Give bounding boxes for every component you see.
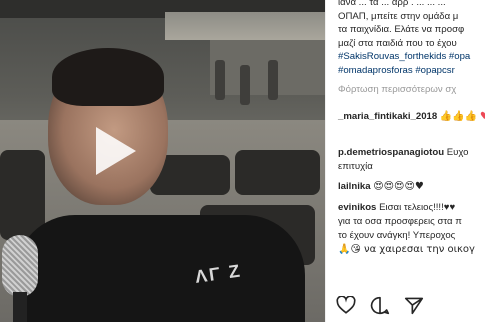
video-background-shelf xyxy=(165,12,325,40)
microphone xyxy=(2,235,38,297)
video-background-stool xyxy=(215,60,225,100)
comment-text: ♥♥♥ xyxy=(480,110,485,124)
comment: p.demetriospanagiotou Ευχο επιτυχία xyxy=(338,146,469,174)
caption-line: μαζί στα παιδιά που το έχου xyxy=(338,37,457,49)
post-caption: ιανα ... τα ... αρρ . ... ... ... ΟΠΑΠ, … xyxy=(338,0,485,78)
play-icon xyxy=(96,127,136,175)
comment-bubble-icon[interactable] xyxy=(370,296,390,315)
person-hair xyxy=(52,48,164,106)
load-more-comments-link[interactable]: Φόρτωση περισσότερων σχ xyxy=(338,84,456,95)
comment-text: Eισαι τελειος!!!!♥♥ xyxy=(379,202,456,213)
comment-text: επιτυχία xyxy=(338,161,373,172)
caption-line: τα παιχνίδια. Ελάτε να προσφ xyxy=(338,24,465,36)
comment-text: 🙏😘 να χαιρεσαι την οικογ xyxy=(338,244,475,255)
comment-username[interactable]: evinikos xyxy=(338,202,376,213)
comment: evinikos Eισαι τελειος!!!!♥♥ για τα οσα … xyxy=(338,201,475,257)
video-background-stool xyxy=(268,60,278,100)
comment-text: το έχουν ανάγκη! Υπεροχος xyxy=(338,230,456,241)
comment-username[interactable]: lailnika xyxy=(338,181,371,192)
comment-text: 👍👍👍 xyxy=(439,111,478,122)
video-background-seat xyxy=(235,150,320,195)
video-background-stool xyxy=(240,65,250,105)
comment-username[interactable]: _maria_fintikaki_2018 xyxy=(338,111,437,122)
post-action-bar xyxy=(336,294,424,316)
heart-outline-icon[interactable] xyxy=(336,296,356,314)
post-side-panel: ιανα ... τα ... αρρ . ... ... ... ΟΠΑΠ, … xyxy=(325,0,485,322)
caption-top-fragment: ιανα ... τα ... αρρ . ... ... ... xyxy=(338,0,446,8)
comment-text: για τα οσα προσφερεις στα π xyxy=(338,216,462,227)
share-plane-icon[interactable] xyxy=(404,296,424,315)
comment-text: Ευχο xyxy=(446,147,469,158)
post-video[interactable]: ΛΓ Ζ xyxy=(0,0,325,322)
comment-text: 😍😍😍😍♥ xyxy=(373,181,424,192)
comment-username[interactable]: p.demetriospanagiotou xyxy=(338,147,444,158)
hashtag-line[interactable]: #omadaprosforas #opapcsr xyxy=(338,64,485,78)
hashtag-line[interactable]: #SakisRouvas_forthekids #opa xyxy=(338,50,485,64)
comment: _maria_fintikaki_2018 👍👍👍 ♥♥♥ xyxy=(338,110,485,124)
play-button[interactable] xyxy=(82,121,142,181)
microphone-handle xyxy=(13,292,27,322)
caption-line: ΟΠΑΠ, μπείτε στην ομάδα μ xyxy=(338,10,459,22)
comment: lailnika 😍😍😍😍♥ xyxy=(338,180,424,194)
